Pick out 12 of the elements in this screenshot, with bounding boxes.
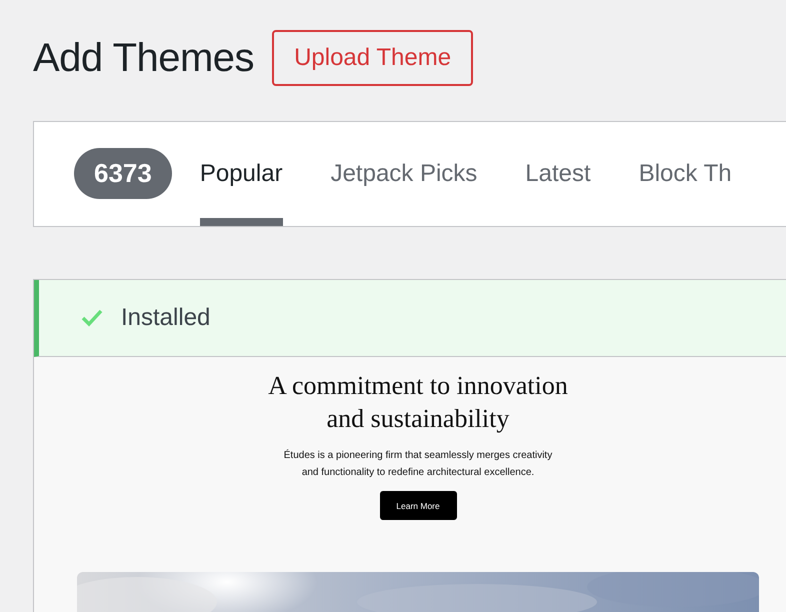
theme-count-badge: 6373: [74, 148, 172, 198]
preview-heading: A commitment to innovation and sustainability: [267, 370, 569, 435]
preview-text: Études is a pioneering firm that seamlessly merges creativity and functionality to redefine architectural excellence.: [282, 448, 554, 480]
page-title: Add Themes: [33, 36, 254, 80]
upload-theme-button[interactable]: Upload Theme: [272, 30, 474, 86]
filter-tab[interactable]: Jetpack Picks: [330, 122, 478, 226]
checkmark-icon: [81, 309, 103, 327]
learn-more-button[interactable]: Learn More: [380, 491, 456, 520]
filter-tab[interactable]: Latest: [525, 122, 591, 226]
filter-tab[interactable]: Block Th: [638, 122, 732, 226]
filter-tab[interactable]: Popular: [200, 122, 283, 226]
installed-label: Installed: [121, 304, 210, 332]
